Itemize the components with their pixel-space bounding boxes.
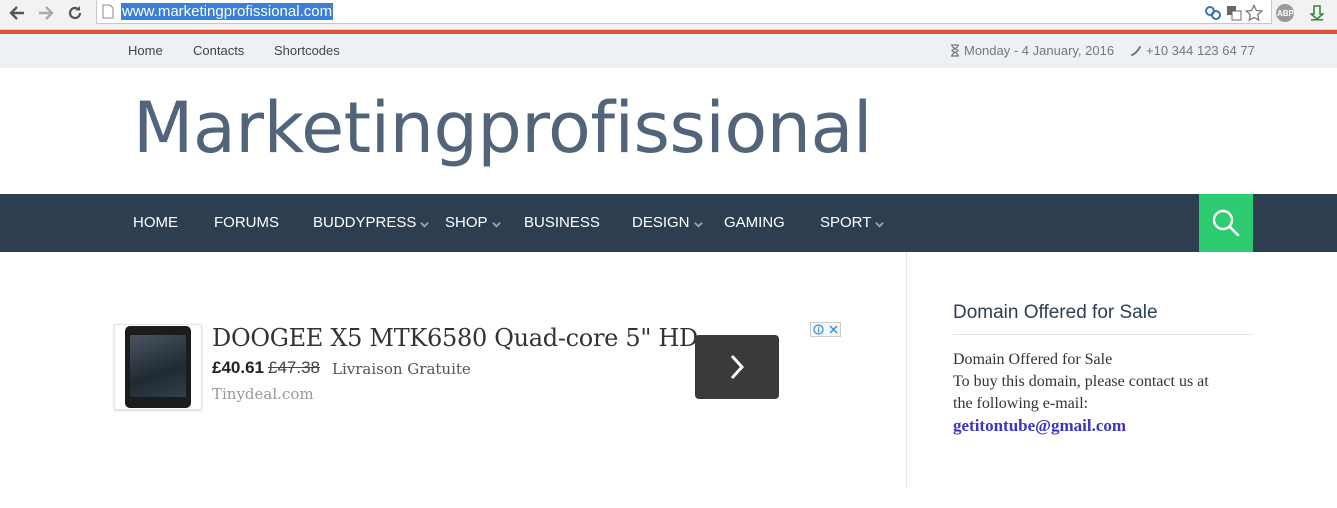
info-icon (813, 324, 824, 335)
nav-item-label: DESIGN (632, 214, 690, 231)
forward-button[interactable] (35, 3, 57, 23)
ad-go-button[interactable] (695, 335, 779, 399)
sidebar-email-link[interactable]: getitontube@gmail.com (953, 416, 1126, 436)
extension-link-button[interactable] (1203, 3, 1223, 23)
download-extension-button[interactable] (1307, 3, 1327, 23)
phone-display: +10 344 123 64 77 (1130, 43, 1255, 58)
content-divider (906, 252, 907, 488)
arrow-right-icon (39, 6, 54, 20)
top-link-contacts[interactable]: Contacts (193, 43, 244, 58)
chevron-down-icon (491, 221, 501, 228)
nav-item-shop[interactable]: SHOP (445, 214, 501, 231)
ad-shipping: Livraison Gratuite (332, 360, 471, 378)
adblock-label: ABP (1277, 9, 1294, 18)
top-bar: Home Contacts Shortcodes Monday - 4 Janu… (0, 34, 1337, 68)
top-link-home[interactable]: Home (128, 43, 163, 58)
nav-item-label: SHOP (445, 214, 488, 231)
phone-image (125, 326, 191, 408)
site-title[interactable]: Marketingprofissional (133, 86, 872, 170)
address-bar[interactable]: www.marketingprofissional.com (96, 0, 1272, 24)
nav-item-design[interactable]: DESIGN (632, 214, 703, 231)
chevron-down-icon (875, 221, 885, 228)
nav-item-sport[interactable]: SPORT (820, 214, 885, 231)
nav-item-buddypress[interactable]: BUDDYPRESS (313, 214, 430, 231)
chevron-down-icon (693, 221, 703, 228)
star-icon (1245, 4, 1263, 22)
nav-item-label: GAMING (724, 214, 785, 231)
hourglass-icon (951, 44, 959, 57)
site-header: Marketingprofissional (0, 68, 1337, 194)
sidebar-divider (953, 334, 1253, 335)
search-button[interactable] (1199, 194, 1253, 252)
ad-old-price: £47.38 (268, 358, 320, 377)
ad-title[interactable]: DOOGEE X5 MTK6580 Quad-core 5" HD... (212, 324, 719, 352)
nav-item-business[interactable]: BUSINESS (524, 214, 600, 231)
download-icon (1310, 5, 1324, 21)
adblock-plus-button[interactable]: ABP (1275, 3, 1295, 23)
nav-item-label: BUDDYPRESS (313, 214, 417, 231)
arrow-left-icon (9, 6, 24, 20)
nav-item-label: BUSINESS (524, 214, 600, 231)
ad-source[interactable]: Tinydeal.com (212, 385, 314, 403)
reload-button[interactable] (64, 3, 86, 23)
nav-item-forums[interactable]: FORUMS (214, 214, 279, 231)
link-extension-icon (1205, 6, 1221, 20)
phone-text: +10 344 123 64 77 (1146, 43, 1255, 58)
main-nav: HOME FORUMS BUDDYPRESS SHOP BUSINESS DES… (0, 194, 1337, 252)
nav-item-label: FORUMS (214, 214, 279, 231)
reload-icon (68, 6, 82, 20)
ad-choices[interactable] (810, 322, 841, 337)
phone-icon (1131, 45, 1141, 56)
chevron-down-icon (420, 221, 430, 228)
sidebar-widget-title: Domain Offered for Sale (953, 302, 1158, 323)
sidebar-text-line: To buy this domain, please contact us at (953, 373, 1209, 390)
ad-product-image[interactable] (114, 324, 202, 410)
translate-icon (1227, 6, 1242, 21)
url-text[interactable]: www.marketingprofissional.com (121, 3, 334, 20)
top-link-shortcodes[interactable]: Shortcodes (274, 43, 340, 58)
phone-screen (130, 335, 186, 397)
sidebar-text-line: the following e-mail: (953, 395, 1089, 412)
back-button[interactable] (6, 3, 28, 23)
translate-button[interactable] (1224, 3, 1244, 23)
browser-toolbar: www.marketingprofissional.com ABP (0, 0, 1337, 30)
nav-item-label: SPORT (820, 214, 872, 231)
ad-price: £40.61 (212, 358, 264, 377)
close-icon (829, 325, 838, 334)
date-text: Monday - 4 January, 2016 (964, 43, 1115, 58)
sidebar-text-line: Domain Offered for Sale (953, 351, 1113, 368)
search-icon (1212, 209, 1240, 237)
nav-item-gaming[interactable]: GAMING (724, 214, 785, 231)
nav-item-label: HOME (133, 214, 178, 231)
date-display: Monday - 4 January, 2016 (950, 43, 1114, 58)
bookmark-star-button[interactable] (1244, 3, 1264, 23)
nav-item-home[interactable]: HOME (133, 214, 178, 231)
page-icon (102, 4, 114, 19)
chevron-right-icon (730, 354, 745, 380)
ad-banner[interactable]: DOOGEE X5 MTK6580 Quad-core 5" HD... £40… (114, 320, 844, 412)
